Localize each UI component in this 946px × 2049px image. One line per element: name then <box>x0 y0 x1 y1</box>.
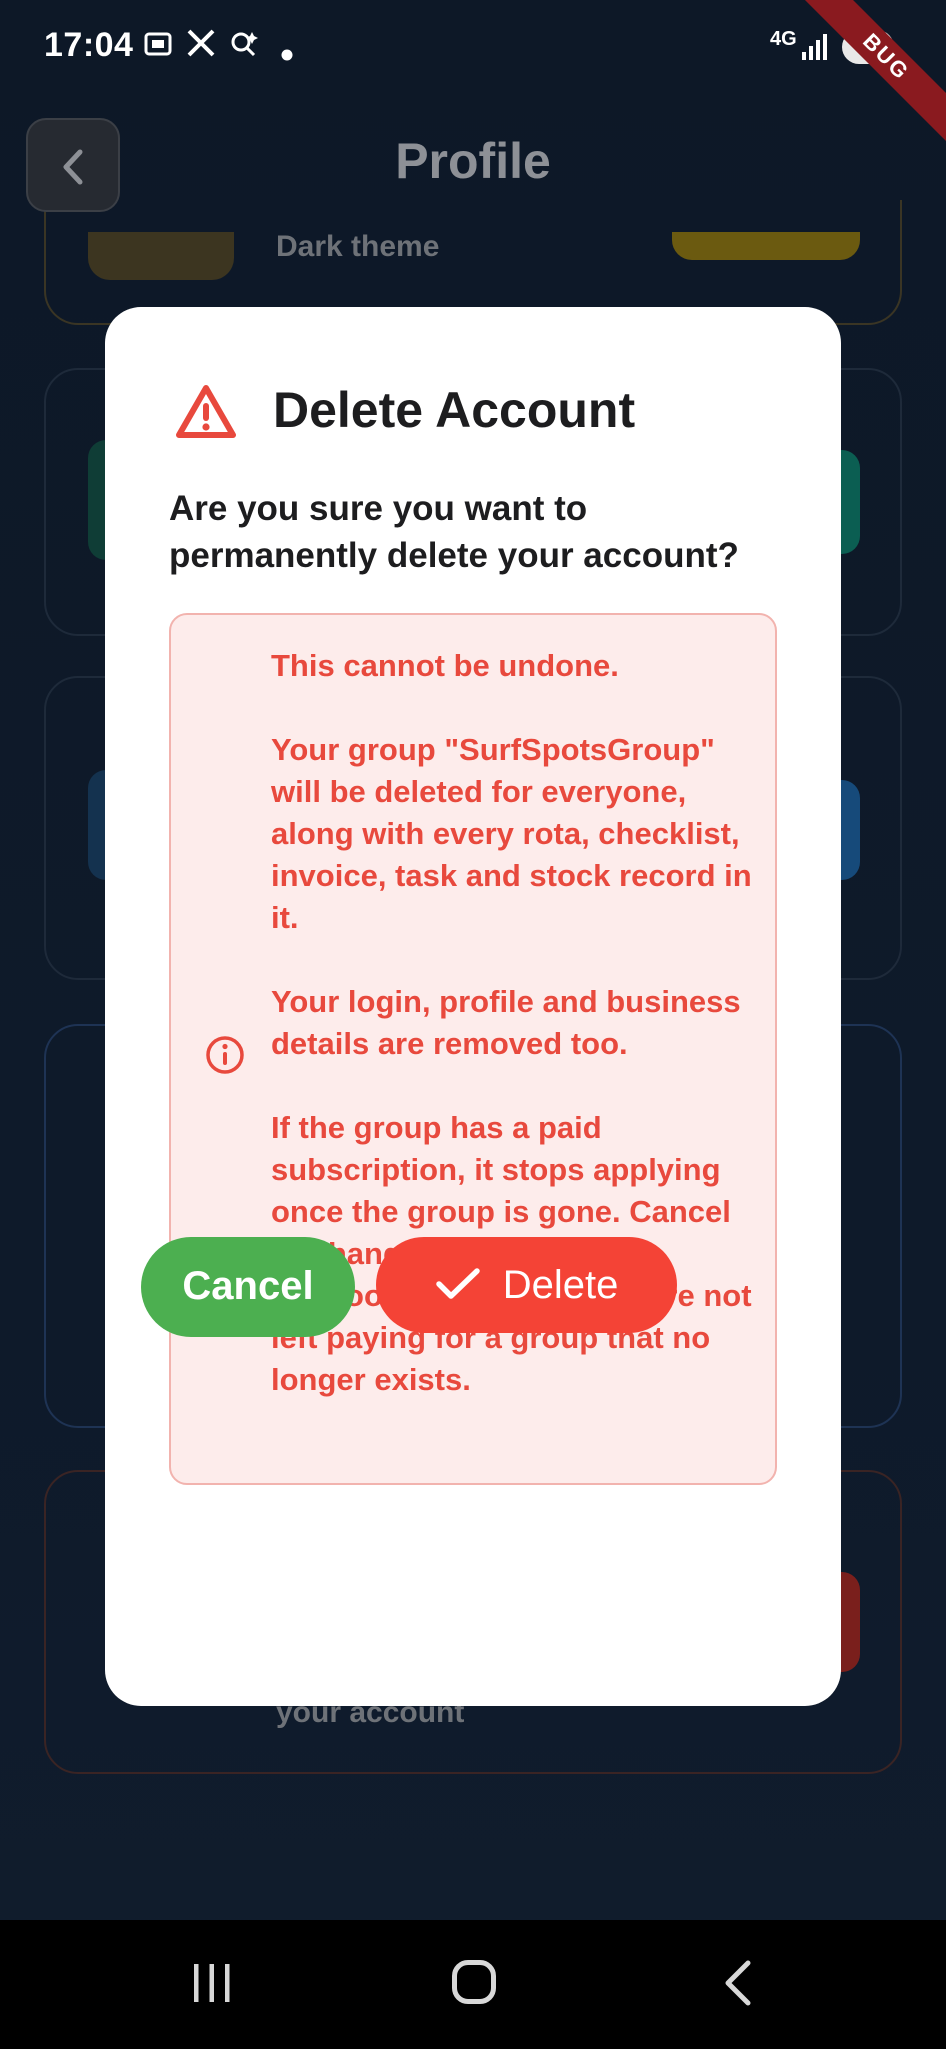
back-icon[interactable] <box>722 1960 752 2006</box>
delete-button-label: Delete <box>502 1263 619 1307</box>
warning-paragraph: This cannot be undone. <box>271 648 619 683</box>
screen: Dark theme your account 17:04 4G 65 BUG <box>0 0 946 2049</box>
check-icon <box>435 1268 480 1300</box>
delete-button[interactable]: Delete <box>376 1237 677 1333</box>
dialog-question: Are you sure you want to permanently del… <box>169 489 739 575</box>
warning-box: This cannot be undone. Your group "SurfS… <box>169 613 777 1485</box>
cancel-button-label: Cancel <box>182 1264 314 1308</box>
cancel-button[interactable]: Cancel <box>141 1237 355 1337</box>
dialog-title: Delete Account <box>273 382 636 438</box>
recent-apps-icon[interactable] <box>192 1962 232 2004</box>
delete-account-dialog: Delete Account Are you sure you want to … <box>105 307 841 1706</box>
warning-paragraph: Your login, profile and business details… <box>271 984 741 1061</box>
info-icon <box>206 1036 244 1074</box>
warning-triangle-icon <box>176 385 236 438</box>
warning-paragraph: Your group "SurfSpotsGroup" will be dele… <box>271 732 752 935</box>
home-icon[interactable] <box>452 1960 496 2004</box>
system-nav-bar <box>0 1920 946 2049</box>
